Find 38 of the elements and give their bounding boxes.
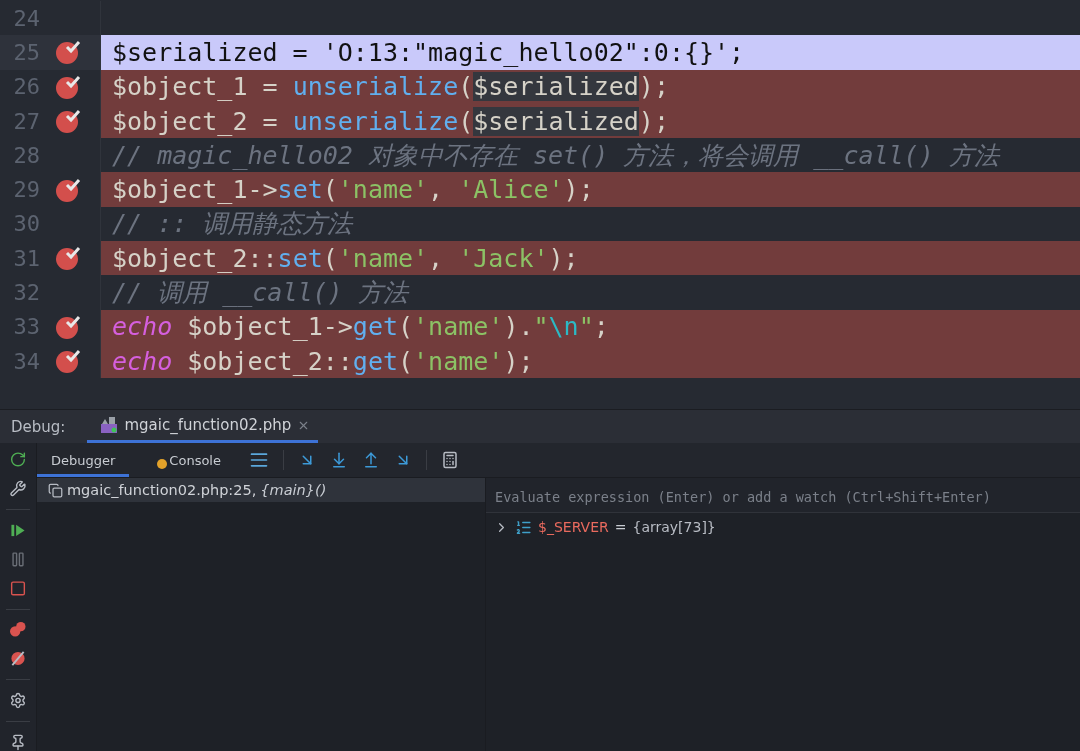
line-number: 29 (12, 177, 40, 203)
line-number: 30 (12, 211, 40, 237)
line-number: 32 (12, 280, 40, 305)
breakpoint-check-icon[interactable] (54, 107, 82, 136)
rerun-icon[interactable] (9, 451, 27, 468)
breakpoint-check-icon[interactable] (54, 347, 82, 376)
wrench-icon[interactable] (9, 479, 27, 497)
line-number: 27 (12, 108, 40, 134)
code-line: // :: 调用静态方法 (111, 208, 355, 241)
code-line: // 调用 __call() 方法 (111, 277, 411, 309)
variable-name: $_SERVER (538, 519, 609, 535)
variable-value: {array[73]} (632, 519, 716, 535)
line-number: 34 (12, 348, 40, 374)
breakpoints-icon[interactable] (9, 621, 27, 639)
mute-breakpoints-icon[interactable] (9, 650, 27, 668)
code-line: // magic_hello02 对象中不存在 set() 方法，将会调用 __call() 方法 (111, 139, 1002, 172)
console-badge-icon (157, 459, 168, 469)
breakpoint-check-icon[interactable] (54, 38, 82, 67)
line-number: 24 (12, 5, 40, 31)
settings-icon[interactable] (9, 692, 27, 710)
pause-icon[interactable] (9, 550, 27, 568)
php-file-icon (100, 416, 119, 434)
equals-sign: = (614, 519, 627, 535)
stack-frame[interactable]: mgaic_function02.php:25, {main}() (37, 478, 485, 502)
array-icon (515, 518, 532, 536)
line-number: 31 (12, 245, 40, 271)
menu-icon[interactable] (248, 450, 269, 470)
frame-icon (48, 482, 63, 498)
line-number: 28 (12, 142, 40, 168)
calculator-icon[interactable] (440, 451, 459, 469)
debug-label: Debug: (11, 417, 66, 436)
pin-icon[interactable] (9, 734, 27, 751)
evaluate-expression-field[interactable]: Evaluate expression (Enter) or add a watch (Ctrl+Shift+Enter) (486, 478, 1080, 513)
line-number: 26 (12, 74, 40, 100)
stop-icon[interactable] (9, 579, 27, 597)
breakpoint-check-icon[interactable] (54, 244, 82, 273)
panel-tab[interactable]: Console (143, 443, 235, 477)
line-number: 33 (12, 314, 40, 340)
